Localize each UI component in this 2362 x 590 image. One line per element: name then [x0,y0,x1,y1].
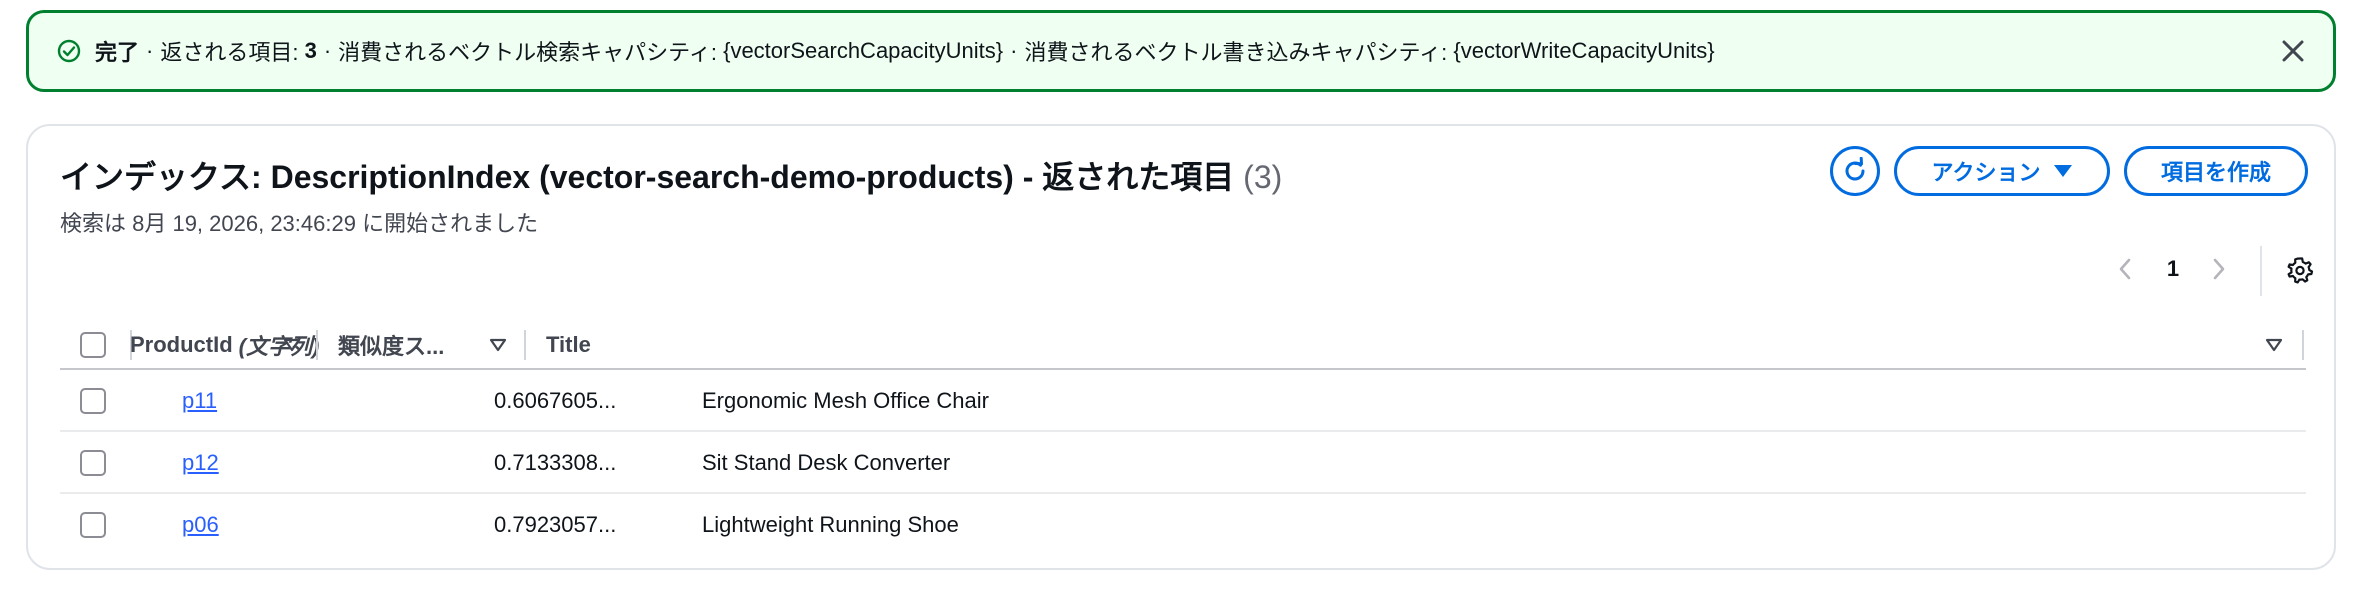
divider [2260,246,2262,296]
flash-read-capacity-value: {vectorSearchCapacityUnits} [723,38,1004,63]
column-divider [2302,330,2304,360]
page-title-text: インデックス: DescriptionIndex (vector-search-… [60,159,1235,195]
page-title: インデックス: DescriptionIndex (vector-search-… [60,152,1282,198]
flash-write-capacity-label: 消費されるベクトル書き込みキャパシティ: [1024,40,1448,65]
table-row: p12 0.7133308... Sit Stand Desk Converte… [60,432,2306,494]
column-type-productid: (文字列) [238,334,320,359]
row-checkbox[interactable] [80,388,106,414]
flash-separator: · [146,38,154,63]
close-icon[interactable] [2279,37,2307,65]
results-table-container: インデックス: DescriptionIndex (vector-search-… [26,124,2336,570]
similarity-score-cell: 0.7133308... [494,450,617,475]
title-cell: Ergonomic Mesh Office Chair [702,388,989,413]
caret-down-icon [2054,165,2073,177]
flash-read-capacity-label: 消費されるベクトル検索キャパシティ: [338,40,717,65]
check-circle-icon [57,39,81,63]
gear-icon[interactable] [2284,254,2316,286]
flash-status: 完了 [95,40,140,65]
table-row: p11 0.6067605... Ergonomic Mesh Office C… [60,370,2306,432]
flash-separator: · [1010,38,1018,63]
column-label-productid: ProductId [130,332,233,357]
column-divider [524,330,526,360]
title-cell: Sit Stand Desk Converter [702,450,951,475]
sort-icon[interactable] [2264,335,2284,355]
product-id-cell: p06 [182,494,219,556]
row-checkbox[interactable] [80,450,106,476]
title-cell: Lightweight Running Shoe [702,512,959,537]
column-header-similarity[interactable]: 類似度ス... [338,322,444,368]
table-header: ProductId (文字列) 類似度ス... Title [60,322,2306,370]
sort-icon[interactable] [282,335,302,355]
refresh-icon [1841,157,1869,185]
column-label-similarity: 類似度ス... [338,334,445,359]
flash-write-capacity-value: {vectorWriteCapacityUnits} [1453,38,1715,63]
similarity-score-cell: 0.7923057... [494,512,617,537]
flash-separator: · [323,38,332,63]
success-flash-banner: 完了 · 返される項目: 3 · 消費されるベクトル検索キャパシティ: {vec… [26,10,2336,92]
flash-items-label: 返される項目: [160,40,299,65]
product-id-link[interactable]: p06 [182,512,219,538]
column-header-title[interactable]: Title [546,322,591,368]
table-row: p06 0.7923057... Lightweight Running Sho… [60,494,2306,556]
flash-message: 完了 · 返される項目: 3 · 消費されるベクトル検索キャパシティ: {vec… [95,35,1715,67]
product-id-cell: p12 [182,432,219,494]
create-item-button[interactable]: 項目を作成 [2124,146,2308,196]
refresh-button[interactable] [1830,146,1880,196]
similarity-score-cell: 0.6067605... [494,388,617,413]
chevron-left-icon[interactable] [2110,254,2140,284]
select-all-checkbox[interactable] [80,332,106,358]
actions-label: アクション [1931,160,2041,185]
page-number[interactable]: 1 [2158,254,2188,284]
product-id-link[interactable]: p12 [182,450,219,476]
column-divider [316,330,318,360]
sort-icon[interactable] [488,335,508,355]
search-started-description: 検索は 8月 19, 2026, 23:46:29 に開始されました [60,211,539,236]
chevron-right-icon[interactable] [2204,254,2234,284]
actions-dropdown-button[interactable]: アクション [1894,146,2110,196]
column-label-title: Title [546,332,591,357]
product-id-cell: p11 [182,370,217,432]
flash-items-count: 3 [304,38,317,63]
product-id-link[interactable]: p11 [182,388,217,414]
results-count: (3) [1243,159,1283,195]
row-checkbox[interactable] [80,512,106,538]
